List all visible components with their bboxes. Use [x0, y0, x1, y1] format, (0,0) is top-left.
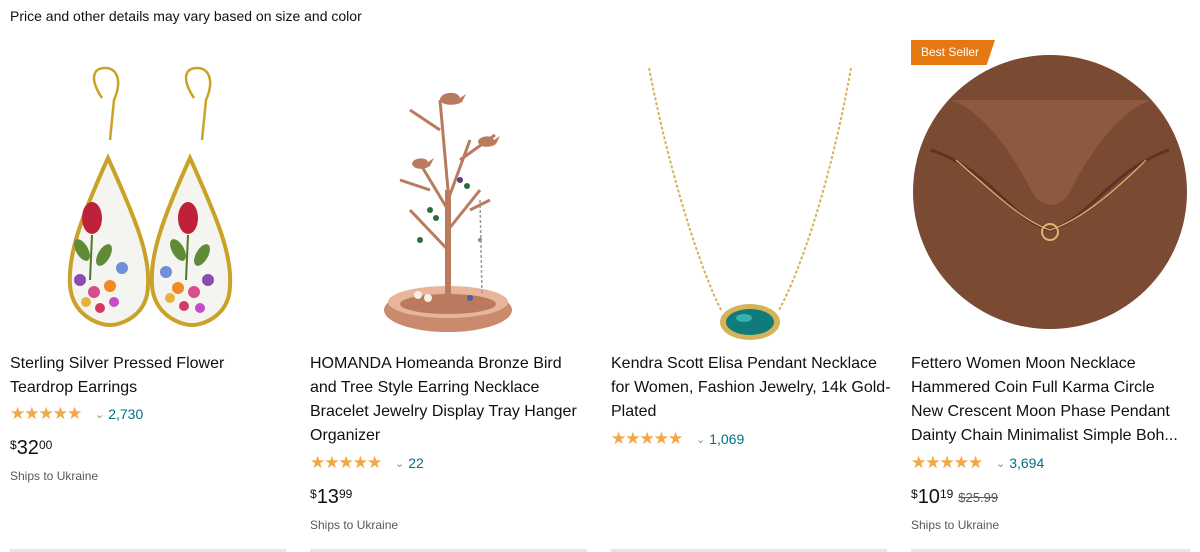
product-image[interactable]: [10, 40, 288, 346]
shipping-info: Ships to Ukraine: [310, 518, 399, 532]
review-count[interactable]: 22: [408, 455, 424, 471]
shipping-info: Ships to Ukraine: [10, 469, 99, 483]
chevron-down-icon: ⌄: [395, 457, 405, 470]
product-title[interactable]: HOMANDA Homeanda Bronze Bird and Tree St…: [310, 352, 590, 448]
chevron-down-icon: ⌄: [996, 457, 1006, 470]
best-seller-badge: Best Seller: [911, 40, 996, 65]
shipping-info: Ships to Ukraine: [911, 518, 1000, 532]
list-price: $25.99: [958, 490, 999, 505]
product-title[interactable]: Fettero Women Moon Necklace Hammered Coi…: [911, 352, 1191, 448]
rating[interactable]: ★★★★★ ★★★★★ ⌄ 3,694: [911, 453, 1044, 473]
product-image[interactable]: [911, 40, 1189, 346]
product-title[interactable]: Sterling Silver Pressed Flower Teardrop …: [10, 352, 290, 400]
product-image[interactable]: [310, 40, 588, 346]
review-count[interactable]: 3,694: [1009, 455, 1044, 471]
product-title[interactable]: Kendra Scott Elisa Pendant Necklace for …: [611, 352, 891, 424]
product-card: Sterling Silver Pressed Flower Teardrop …: [10, 40, 296, 550]
price-notice: Price and other details may vary based o…: [10, 8, 362, 24]
product-card: Kendra Scott Elisa Pendant Necklace for …: [611, 40, 897, 550]
review-count[interactable]: 2,730: [108, 406, 143, 422]
product-card: HOMANDA Homeanda Bronze Bird and Tree St…: [310, 40, 596, 550]
rating[interactable]: ★★★★★ ★★★★★ ⌄ 2,730: [10, 404, 143, 424]
star-rating-icon: ★★★★★ ★★★★★: [10, 406, 82, 422]
star-rating-icon: ★★★★★ ★★★★★: [310, 455, 382, 471]
product-grid: Sterling Silver Pressed Flower Teardrop …: [0, 40, 1200, 550]
product-image[interactable]: [611, 40, 889, 346]
rating[interactable]: ★★★★★ ★★★★★ ⌄ 1,069: [611, 429, 744, 449]
star-rating-icon: ★★★★★ ★★★★★: [911, 455, 983, 471]
price: $ 10 19 $25.99: [911, 486, 999, 508]
price: $ 13 99: [310, 486, 353, 508]
star-rating-icon: ★★★★★ ★★★★★: [611, 431, 683, 447]
rating[interactable]: ★★★★★ ★★★★★ ⌄ 22: [310, 453, 424, 473]
chevron-down-icon: ⌄: [95, 408, 105, 421]
chevron-down-icon: ⌄: [696, 433, 706, 446]
product-card: Best Seller Fettero Women Moon Necklace …: [911, 40, 1197, 550]
review-count[interactable]: 1,069: [709, 431, 744, 447]
price: $ 32 00: [10, 437, 53, 459]
